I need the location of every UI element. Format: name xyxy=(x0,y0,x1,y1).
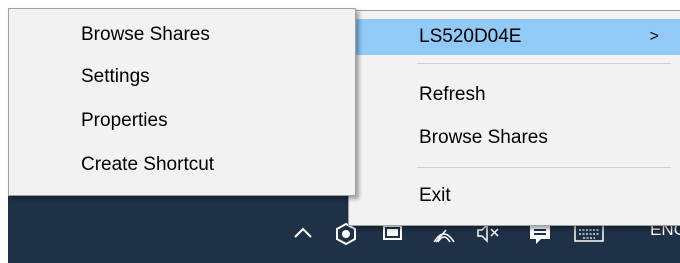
menu-item-refresh-label: Refresh xyxy=(419,84,486,105)
menu-item-exit[interactable]: Exit xyxy=(349,178,680,214)
submenu-item-label: Properties xyxy=(81,110,168,131)
tray-context-menu: LS520D04E > Refresh Browse Shares Exit xyxy=(348,10,680,226)
menu-item-refresh[interactable]: Refresh xyxy=(349,77,680,113)
menu-item-exit-label: Exit xyxy=(419,185,451,206)
submenu-item-label: Browse Shares xyxy=(81,24,210,45)
submenu-item-settings[interactable]: Settings xyxy=(9,59,355,95)
submenu-item-label: Settings xyxy=(81,66,150,87)
submenu-item-browse-shares[interactable]: Browse Shares xyxy=(9,17,355,53)
menu-item-browse-shares[interactable]: Browse Shares xyxy=(349,120,680,156)
menu-separator xyxy=(417,167,671,168)
chevron-up-icon[interactable] xyxy=(292,222,314,244)
menu-item-device-label: LS520D04E xyxy=(419,26,522,47)
chevron-right-icon: > xyxy=(649,28,659,45)
menu-item-browse-shares-label: Browse Shares xyxy=(419,127,548,148)
device-submenu: Browse Shares Settings Properties Create… xyxy=(8,8,356,196)
menu-item-device[interactable]: LS520D04E > xyxy=(349,19,680,55)
submenu-item-label: Create Shortcut xyxy=(81,154,215,175)
menu-separator xyxy=(417,63,671,64)
submenu-item-create-shortcut[interactable]: Create Shortcut xyxy=(9,147,355,183)
submenu-item-properties[interactable]: Properties xyxy=(9,103,355,139)
